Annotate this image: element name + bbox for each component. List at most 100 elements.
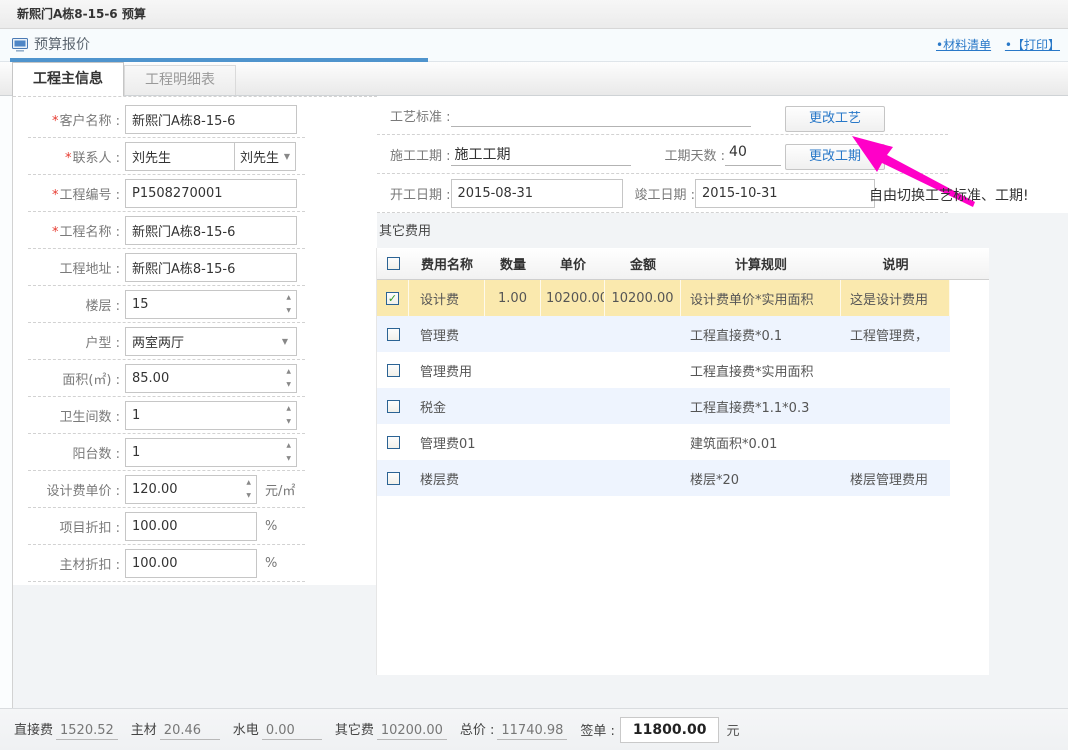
spinner-up-icon[interactable]: ▲	[286, 369, 291, 375]
column-header: 数量	[485, 254, 541, 273]
currency-unit-label: 元	[726, 720, 739, 739]
spinner-input[interactable]: 85.00▲▼	[125, 364, 297, 393]
fee-name-cell: 管理费01	[409, 424, 485, 460]
page-header: 预算报价 •材料清单 •【打印】	[0, 29, 1068, 62]
spinner-input[interactable]: 120.00 ▲ ▼	[125, 475, 257, 504]
fee-table-row[interactable]: 管理费工程直接费*0.1工程管理费，	[377, 316, 950, 352]
text-input[interactable]	[125, 253, 297, 282]
field-control: 1▲▼	[125, 401, 297, 430]
form-row: 楼层 :15▲▼	[28, 286, 305, 323]
material-list-link[interactable]: •材料清单	[936, 38, 991, 52]
field-control: %	[125, 549, 277, 578]
totals-bar: 直接费1520.52主材20.46水电0.00其它费10200.00总价 :11…	[0, 708, 1068, 750]
column-header: 费用名称	[409, 254, 485, 273]
spinner-down-icon[interactable]: ▼	[246, 493, 251, 499]
text-input[interactable]	[125, 105, 297, 134]
fee-amount-cell	[605, 352, 681, 388]
spinner-up-icon[interactable]: ▲	[286, 295, 291, 301]
spinner-down-icon[interactable]: ▼	[286, 308, 291, 314]
field-control: 120.00▲▼元/㎡	[125, 475, 295, 504]
spinner-up-icon[interactable]: ▲	[286, 406, 291, 412]
schedule-value[interactable]: 施工工期	[451, 142, 631, 166]
fee-table-row[interactable]: 管理费01建筑面积*0.01	[377, 424, 950, 460]
fee-note-cell	[841, 424, 950, 460]
start-date-label: 开工日期 :	[390, 184, 451, 203]
field-label: 工程地址 :	[28, 258, 120, 277]
fee-name-cell: 楼层费	[409, 460, 485, 496]
field-label: 主材折扣 :	[28, 554, 120, 573]
fee-table-row[interactable]: 管理费用工程直接费*实用面积	[377, 352, 950, 388]
fee-qty-cell	[485, 424, 541, 460]
column-header: 说明	[841, 254, 950, 273]
spinner-input[interactable]: 1 ▲ ▼	[125, 438, 297, 467]
total-label: 其它费	[335, 719, 374, 738]
spinner-value: 1	[132, 408, 140, 423]
app-window: 新熙门A栋8-15-6 预算 预算报价 •材料清单 •【打印】 工程主信息 工程…	[0, 0, 1068, 750]
fee-qty-cell	[485, 460, 541, 496]
form-row: 卫生间数 :1▲▼	[28, 397, 305, 434]
text-input[interactable]	[125, 216, 297, 245]
total-label: 水电	[233, 719, 259, 738]
header-links: •材料清单 •【打印】	[926, 29, 1060, 61]
craft-standard-label: 工艺标准 :	[390, 106, 451, 125]
form-row: 主材折扣 :%	[28, 545, 305, 582]
fee-qty-cell: 1.00	[485, 280, 541, 316]
print-link[interactable]: •【打印】	[1005, 38, 1060, 52]
page-title-text: 预算报价	[34, 29, 90, 61]
fee-table-row[interactable]: 楼层费楼层*20楼层管理费用	[377, 460, 950, 496]
row-checkbox[interactable]: ✓	[386, 292, 399, 305]
tab-content-panel: *客户名称 :*联系人 :刘先生▼*工程编号 :*工程名称 :工程地址 :楼层 …	[12, 96, 1068, 708]
field-label: 户型 :	[28, 332, 120, 351]
fee-name-cell: 管理费用	[409, 352, 485, 388]
row-checkbox[interactable]	[387, 436, 400, 449]
project-form: *客户名称 :*联系人 :刘先生▼*工程编号 :*工程名称 :工程地址 :楼层 …	[13, 96, 377, 585]
spinner-value: 1	[132, 445, 140, 460]
text-input[interactable]	[125, 512, 257, 541]
field-label: 项目折扣 :	[28, 517, 120, 536]
tab-bar: 工程主信息 工程明细表	[0, 62, 1068, 96]
field-control: 85.00▲▼	[125, 364, 297, 393]
select-input[interactable]: 两室两厅▼	[125, 327, 297, 356]
spinner-down-icon[interactable]: ▼	[286, 456, 291, 462]
spinner-value: 120.00	[132, 482, 178, 497]
fee-amount-cell	[605, 424, 681, 460]
fee-rule-cell: 工程直接费*1.1*0.3	[681, 388, 841, 424]
row-checkbox[interactable]	[387, 328, 400, 341]
change-craft-button[interactable]: 更改工艺	[785, 106, 885, 132]
tab-project-detail[interactable]: 工程明细表	[124, 65, 236, 95]
field-label: 面积(㎡) :	[28, 369, 120, 388]
duration-days-value[interactable]: 40	[725, 142, 781, 166]
craft-standard-value[interactable]	[451, 103, 751, 127]
spinner-input[interactable]: 15▲▼	[125, 290, 297, 319]
spinner-up-icon[interactable]: ▲	[286, 443, 291, 449]
row-checkbox[interactable]	[387, 400, 400, 413]
spinner-down-icon[interactable]: ▼	[286, 382, 291, 388]
sign-amount-box[interactable]: 11800.00	[620, 717, 720, 743]
form-row: *客户名称 :	[28, 101, 305, 138]
column-header: 单价	[541, 254, 605, 273]
fee-table-row[interactable]: 税金工程直接费*1.1*0.3	[377, 388, 950, 424]
form-row: *工程名称 :	[28, 212, 305, 249]
text-input[interactable]	[125, 549, 257, 578]
row-checkbox-cell	[377, 352, 409, 388]
row-checkbox-cell	[377, 316, 409, 352]
select-all-checkbox[interactable]	[387, 257, 400, 270]
text-input[interactable]	[125, 179, 297, 208]
contact-select[interactable]: 刘先生▼	[235, 142, 296, 171]
sign-amount-label: 签单 :	[580, 720, 615, 739]
spinner-down-icon[interactable]: ▼	[286, 419, 291, 425]
end-date-label: 竣工日期 :	[635, 184, 696, 203]
fee-price-cell: 10200.00	[541, 280, 605, 316]
contact-input[interactable]	[125, 142, 235, 171]
form-row: *工程编号 :	[28, 175, 305, 212]
row-checkbox[interactable]	[387, 472, 400, 485]
start-date-input[interactable]	[451, 179, 623, 208]
fee-price-cell	[541, 316, 605, 352]
spinner-arrows: ▲▼	[286, 406, 291, 425]
spinner-input[interactable]: 1▲▼	[125, 401, 297, 430]
tab-project-main-info[interactable]: 工程主信息	[12, 62, 124, 96]
field-control: 15▲▼	[125, 290, 297, 319]
row-checkbox[interactable]	[387, 364, 400, 377]
fee-table-row[interactable]: ✓设计费1.0010200.0010200.00设计费单价*实用面积这是设计费用	[377, 280, 950, 316]
spinner-up-icon[interactable]: ▲	[246, 480, 251, 486]
